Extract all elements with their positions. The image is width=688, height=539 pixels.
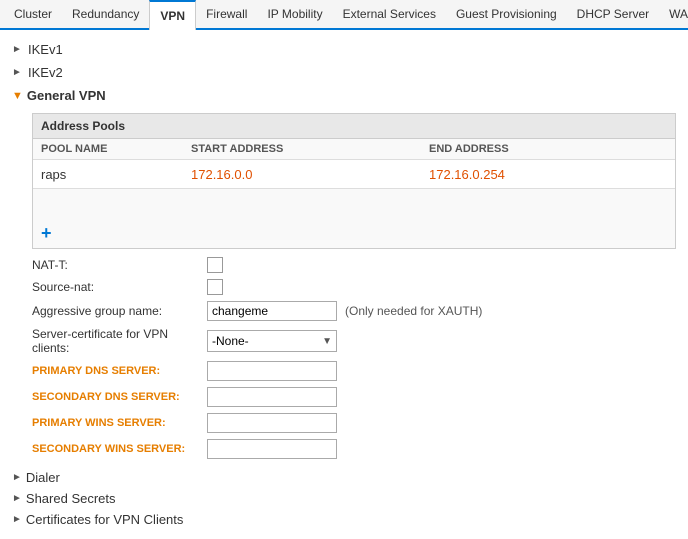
tree-item-shared-secrets[interactable]: ► Shared Secrets — [12, 488, 676, 509]
primary-wins-row: PRIMARY WINS SERVER: — [32, 413, 676, 433]
chevron-down-icon: ▼ — [12, 90, 23, 102]
secondary-dns-label: SECONDARY DNS SERVER: — [32, 391, 207, 403]
server-certificate-label: Server-certificate for VPN clients: — [32, 327, 207, 355]
server-certificate-select[interactable]: -None- — [208, 331, 336, 351]
vpn-form: NAT-T: Source-nat: Aggressive group name… — [32, 257, 676, 459]
ikev2-label: IKEv2 — [28, 65, 63, 80]
col-header-end-address: END ADDRESS — [429, 143, 667, 155]
tree-item-ikev1[interactable]: ► IKEv1 — [12, 38, 676, 61]
dialer-label: Dialer — [26, 470, 60, 485]
tree-item-general-vpn[interactable]: ▼ General VPN — [12, 84, 676, 107]
nat-t-label: NAT-T: — [32, 258, 207, 272]
chevron-right-icon: ► — [12, 44, 28, 55]
source-nat-checkbox[interactable] — [207, 279, 223, 295]
source-nat-row: Source-nat: — [32, 279, 676, 295]
ikev1-label: IKEv1 — [28, 42, 63, 57]
main-content: ► IKEv1 ► IKEv2 ▼ General VPN Address Po… — [0, 30, 688, 539]
secondary-dns-row: SECONDARY DNS SERVER: — [32, 387, 676, 407]
tab-external-services[interactable]: External Services — [333, 0, 446, 29]
server-certificate-select-wrapper: -None- ▼ — [207, 330, 337, 352]
server-certificate-row: Server-certificate for VPN clients: -Non… — [32, 327, 676, 355]
cell-pool-name: raps — [41, 167, 191, 182]
add-pool-button[interactable]: + — [41, 224, 52, 242]
nat-t-row: NAT-T: — [32, 257, 676, 273]
tab-cluster[interactable]: Cluster — [4, 0, 62, 29]
shared-secrets-label: Shared Secrets — [26, 491, 116, 506]
aggressive-group-input[interactable] — [207, 301, 337, 321]
aggressive-group-label: Aggressive group name: — [32, 304, 207, 318]
table-column-headers: POOL NAME START ADDRESS END ADDRESS — [33, 139, 675, 160]
nat-t-checkbox[interactable] — [207, 257, 223, 273]
tree-item-certificates[interactable]: ► Certificates for VPN Clients — [12, 509, 676, 530]
tab-dhcp-server[interactable]: DHCP Server — [567, 0, 659, 29]
address-pools-title: Address Pools — [33, 114, 675, 139]
col-header-pool-name: POOL NAME — [41, 143, 191, 155]
top-navigation: Cluster Redundancy VPN Firewall IP Mobil… — [0, 0, 688, 30]
address-pools-container: Address Pools POOL NAME START ADDRESS EN… — [32, 113, 676, 249]
primary-dns-row: PRIMARY DNS SERVER: — [32, 361, 676, 381]
secondary-wins-row: SECONDARY WINS SERVER: — [32, 439, 676, 459]
tree-item-dialer[interactable]: ► Dialer — [12, 467, 676, 488]
tab-redundancy[interactable]: Redundancy — [62, 0, 149, 29]
secondary-wins-input[interactable] — [207, 439, 337, 459]
certificates-label: Certificates for VPN Clients — [26, 512, 184, 527]
chevron-right-icon: ► — [12, 472, 22, 483]
tree-item-ikev2[interactable]: ► IKEv2 — [12, 61, 676, 84]
primary-dns-input[interactable] — [207, 361, 337, 381]
source-nat-label: Source-nat: — [32, 280, 207, 294]
primary-dns-label: PRIMARY DNS SERVER: — [32, 365, 207, 377]
tab-wan[interactable]: WAN — [659, 0, 688, 29]
aggressive-group-row: Aggressive group name: (Only needed for … — [32, 301, 676, 321]
aggressive-group-note: (Only needed for XAUTH) — [345, 304, 482, 318]
general-vpn-label: General VPN — [27, 88, 106, 103]
tab-guest-provisioning[interactable]: Guest Provisioning — [446, 0, 567, 29]
primary-wins-input[interactable] — [207, 413, 337, 433]
secondary-wins-label: SECONDARY WINS SERVER: — [32, 443, 207, 455]
chevron-right-icon: ► — [12, 514, 22, 525]
primary-wins-label: PRIMARY WINS SERVER: — [32, 417, 207, 429]
tab-firewall[interactable]: Firewall — [196, 0, 257, 29]
table-footer: + — [33, 188, 675, 248]
table-row[interactable]: raps 172.16.0.0 172.16.0.254 — [33, 160, 675, 188]
secondary-dns-input[interactable] — [207, 387, 337, 407]
cell-start-address: 172.16.0.0 — [191, 167, 429, 182]
chevron-right-icon: ► — [12, 493, 22, 504]
tab-ip-mobility[interactable]: IP Mobility — [257, 0, 332, 29]
tab-vpn[interactable]: VPN — [149, 0, 196, 30]
col-header-start-address: START ADDRESS — [191, 143, 429, 155]
chevron-right-icon: ► — [12, 67, 28, 78]
cell-end-address: 172.16.0.254 — [429, 167, 667, 182]
